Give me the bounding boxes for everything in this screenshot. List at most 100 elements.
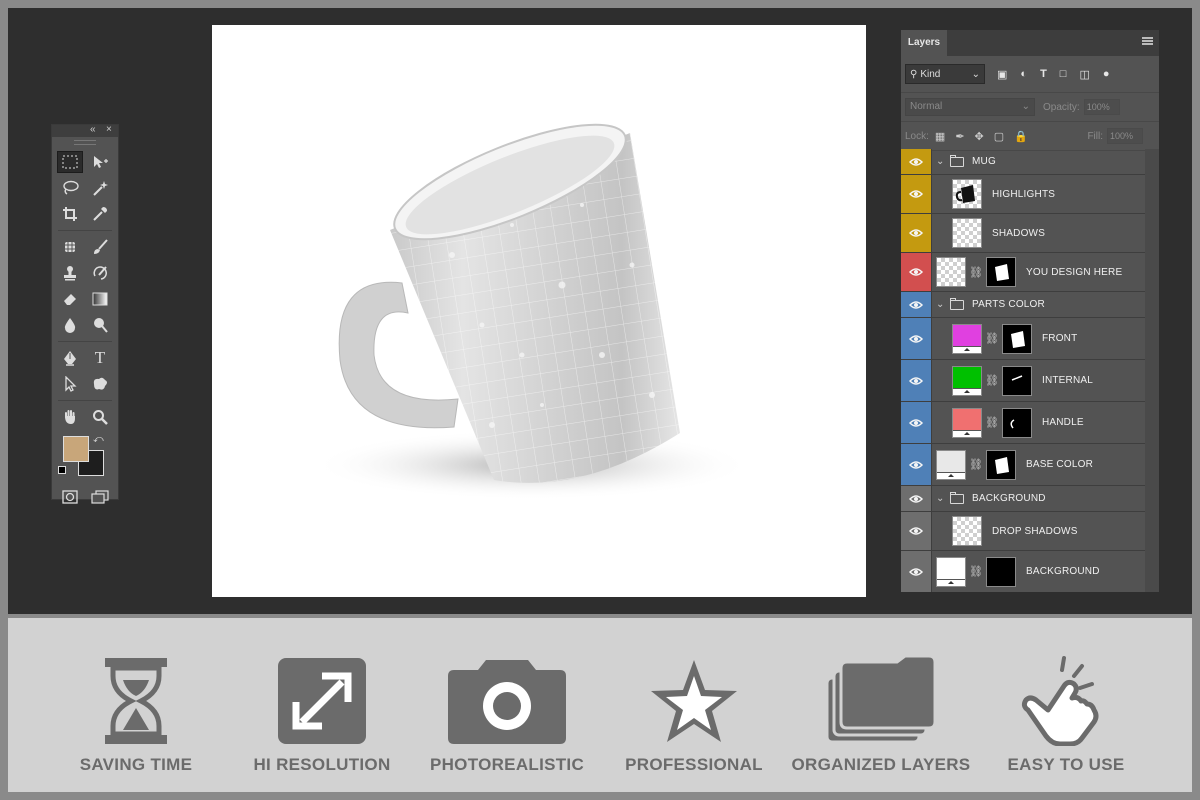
layer-row[interactable]: ⌄ PARTS COLOR [901, 292, 1159, 318]
blur-icon[interactable] [57, 314, 83, 336]
lock-all-icon[interactable]: 🔒 [1014, 130, 1028, 143]
camera-icon [448, 660, 566, 744]
blend-mode-select[interactable]: Normal ⌄ [905, 98, 1035, 116]
type-icon[interactable]: T [87, 347, 113, 369]
layer-row[interactable]: DROP SHADOWS [901, 512, 1159, 551]
visibility-eye-icon[interactable] [901, 175, 931, 213]
layer-row[interactable]: ⛓ HANDLE [901, 402, 1159, 444]
layers-scrollbar[interactable] [1145, 149, 1159, 592]
layer-row[interactable]: ⛓ BASE COLOR [901, 444, 1159, 486]
opacity-label: Opacity: [1043, 101, 1080, 113]
layer-row[interactable]: ⛓ YOU DESIGN HERE [901, 253, 1159, 292]
magic-wand-icon[interactable] [87, 177, 113, 199]
move-icon[interactable] [87, 151, 113, 173]
chevron-down-icon[interactable]: ⌄ [936, 156, 946, 167]
tab-layers[interactable]: Layers [901, 30, 947, 56]
lock-position-icon[interactable]: ✥ [975, 130, 984, 143]
crop-icon[interactable] [57, 203, 83, 225]
visibility-eye-icon[interactable] [901, 402, 931, 443]
visibility-eye-icon[interactable] [901, 149, 931, 174]
zoom-icon[interactable] [87, 406, 113, 428]
layer-mask-thumbnail[interactable] [985, 257, 1016, 287]
layer-mask-thumbnail[interactable] [985, 556, 1016, 587]
tools-panel-header[interactable]: « × [52, 124, 118, 137]
layer-mask-thumbnail[interactable] [1001, 407, 1032, 438]
visibility-eye-icon[interactable] [901, 318, 931, 359]
fill-input[interactable]: 100% [1107, 128, 1143, 144]
link-icon[interactable]: ⛓ [985, 416, 999, 429]
layer-mask-thumbnail[interactable] [1001, 323, 1032, 354]
type-layer-filter-icon[interactable]: T [1040, 68, 1047, 81]
panel-grip[interactable] [74, 140, 96, 145]
visibility-eye-icon[interactable] [901, 551, 931, 592]
pixel-layer-filter-icon[interactable]: ▣ [997, 68, 1007, 81]
hand-icon[interactable] [57, 406, 83, 428]
quick-mask-icon[interactable] [57, 486, 83, 508]
layer-row[interactable]: ⛓ INTERNAL [901, 360, 1159, 402]
opacity-input[interactable]: 100% [1083, 99, 1120, 115]
visibility-eye-icon[interactable] [901, 214, 931, 252]
layer-thumbnail[interactable] [952, 218, 982, 248]
layer-thumbnail[interactable] [952, 179, 982, 209]
pen-icon[interactable] [57, 347, 83, 369]
link-icon[interactable]: ⛓ [969, 565, 983, 578]
layer-mask-thumbnail[interactable] [985, 449, 1016, 480]
visibility-eye-icon[interactable] [901, 486, 931, 511]
chevron-down-icon: ⌄ [971, 68, 980, 80]
smart-object-filter-icon[interactable]: ◫ [1079, 68, 1089, 81]
eraser-icon[interactable] [57, 288, 83, 310]
eyedropper-icon[interactable] [87, 203, 113, 225]
swap-colors-icon[interactable]: ⤺ [93, 434, 104, 445]
layer-thumbnail[interactable] [936, 257, 966, 287]
gradient-icon[interactable] [87, 288, 113, 310]
chevron-down-icon[interactable]: ⌄ [936, 299, 946, 310]
filter-kind-select[interactable]: ⚲ Kind ⌄ [905, 64, 985, 84]
visibility-eye-icon[interactable] [901, 360, 931, 401]
custom-shape-icon[interactable] [87, 373, 113, 395]
link-icon[interactable]: ⛓ [969, 266, 983, 279]
default-colors-icon[interactable] [58, 466, 66, 474]
lock-image-pixels-icon[interactable]: ✒ [955, 130, 964, 143]
layer-row[interactable]: SHADOWS [901, 214, 1159, 253]
layer-thumbnail[interactable] [952, 365, 982, 396]
lasso-icon[interactable] [57, 177, 83, 199]
path-selection-icon[interactable] [57, 373, 83, 395]
link-icon[interactable]: ⛓ [985, 374, 999, 387]
document-canvas[interactable] [212, 25, 866, 597]
visibility-eye-icon[interactable] [901, 253, 931, 291]
chevron-down-icon[interactable]: ⌄ [936, 493, 946, 504]
healing-brush-icon[interactable] [57, 236, 83, 258]
clone-stamp-icon[interactable] [57, 262, 83, 284]
lock-artboard-icon[interactable]: ▢ [994, 130, 1004, 143]
rectangular-marquee-icon[interactable] [57, 151, 83, 173]
layer-thumbnail[interactable] [952, 516, 982, 546]
collapse-icon[interactable]: « [90, 124, 96, 135]
layer-mask-thumbnail[interactable] [1001, 365, 1032, 396]
brush-icon[interactable] [87, 236, 113, 258]
dodge-icon[interactable] [87, 314, 113, 336]
shape-layer-filter-icon[interactable]: □ [1060, 68, 1067, 81]
layer-row[interactable]: HIGHLIGHTS [901, 175, 1159, 214]
layer-row[interactable]: ⛓ FRONT [901, 318, 1159, 360]
history-brush-icon[interactable] [87, 262, 113, 284]
layer-thumbnail[interactable] [952, 407, 982, 438]
layer-row[interactable]: ⛓ BACKGROUND [901, 551, 1159, 592]
close-icon[interactable]: × [106, 124, 112, 135]
adjustment-layer-filter-icon[interactable]: ◐ [1020, 68, 1027, 81]
visibility-eye-icon[interactable] [901, 512, 931, 550]
layer-row[interactable]: ⌄ MUG [901, 149, 1159, 175]
layer-row[interactable]: ⌄ BACKGROUND [901, 486, 1159, 512]
link-icon[interactable]: ⛓ [985, 332, 999, 345]
panel-menu-icon[interactable] [1142, 37, 1153, 45]
visibility-eye-icon[interactable] [901, 444, 931, 485]
foreground-color-swatch[interactable] [63, 436, 89, 462]
visibility-eye-icon[interactable] [901, 292, 931, 317]
feature-label: PHOTOREALISTIC [429, 755, 585, 774]
layer-thumbnail[interactable] [936, 556, 966, 587]
lock-transparent-pixels-icon[interactable]: ▦ [935, 130, 945, 143]
layer-thumbnail[interactable] [952, 323, 982, 354]
layer-thumbnail[interactable] [936, 449, 966, 480]
link-icon[interactable]: ⛓ [969, 458, 983, 471]
filter-toggle-icon[interactable]: ● [1103, 68, 1110, 81]
screen-mode-icon[interactable] [87, 486, 113, 508]
